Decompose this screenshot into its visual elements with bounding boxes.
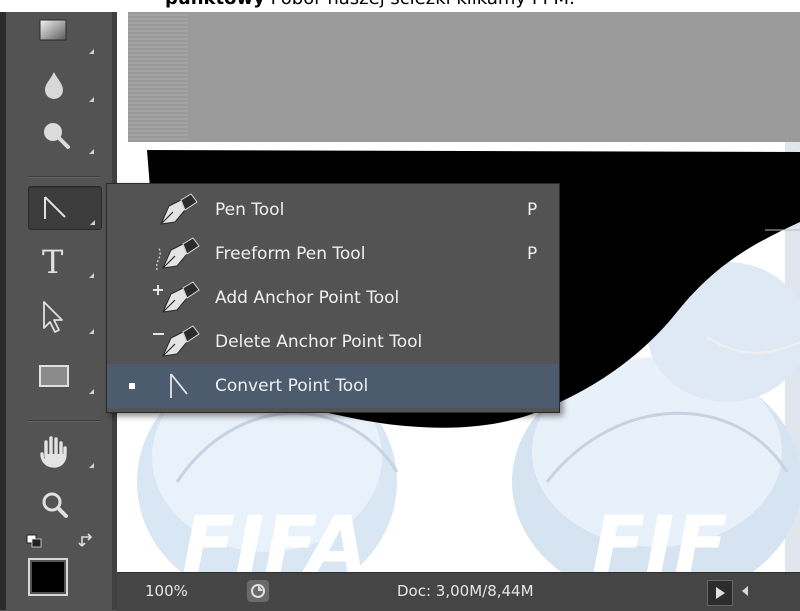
- tool-group-indicator: [90, 220, 95, 225]
- hand-tool[interactable]: [28, 430, 100, 472]
- menu-item-freeform-pen-tool[interactable]: Freeform Pen Tool P: [107, 232, 559, 276]
- rectangle-tool[interactable]: [28, 356, 100, 398]
- pen-icon: [160, 193, 198, 225]
- convert-point-tool[interactable]: [28, 186, 102, 230]
- menu-item-pen-tool[interactable]: Pen Tool P: [107, 188, 559, 232]
- tool-group-indicator: [89, 463, 94, 468]
- menu-item-label: Delete Anchor Point Tool: [215, 332, 423, 352]
- tool-group-indicator: [89, 329, 94, 334]
- selected-bullet-icon: [129, 383, 135, 389]
- tool-group-indicator: [89, 273, 94, 278]
- toolbar-separator: [28, 420, 100, 422]
- status-settings-icon[interactable]: [247, 580, 269, 602]
- default-colors-icon[interactable]: [26, 534, 46, 550]
- swap-colors-icon[interactable]: [78, 532, 98, 550]
- zoom-tool[interactable]: [28, 488, 100, 530]
- tool-group-indicator: [89, 97, 94, 102]
- tool-group-indicator: [89, 389, 94, 394]
- blur-tool[interactable]: [28, 64, 100, 106]
- menu-item-convert-point-tool[interactable]: Convert Point Tool: [107, 364, 559, 408]
- dodge-tool[interactable]: [28, 116, 100, 158]
- convert-point-icon: [170, 373, 188, 398]
- delete-anchor-icon: [153, 325, 200, 357]
- scroll-left-icon[interactable]: [742, 586, 748, 596]
- tool-group-indicator: [89, 149, 94, 154]
- type-tool[interactable]: T: [28, 240, 100, 282]
- menu-item-delete-anchor-point-tool[interactable]: Delete Anchor Point Tool: [107, 320, 559, 364]
- pen-tool-flyout-menu: Pen Tool P Freeform Pen Tool P Add Ancho…: [106, 183, 560, 413]
- menu-item-label: Freeform Pen Tool: [215, 244, 366, 264]
- foreground-color-swatch[interactable]: [28, 558, 68, 596]
- caption-text: punktowy Pobór naszej ścieżki klikamy PP…: [165, 0, 575, 9]
- freeform-pen-icon: [155, 237, 200, 271]
- zoom-level[interactable]: 100%: [145, 582, 188, 600]
- menu-item-shortcut: P: [527, 244, 538, 264]
- add-anchor-icon: [153, 281, 200, 313]
- menu-item-label: Convert Point Tool: [215, 376, 369, 396]
- caption-strip: punktowy Pobór naszej ścieżki klikamy PP…: [0, 0, 800, 12]
- fifa-watermark: FIFA: [182, 501, 368, 572]
- magnifier-icon: [42, 492, 68, 518]
- status-bar: 100% Doc: 3,00M/8,44M: [117, 572, 800, 611]
- caption-rest: Pobór naszej ścieżki klikamy PPM.: [271, 0, 575, 9]
- path-selection-tool[interactable]: [28, 296, 100, 338]
- fifa-watermark-2: FIF: [592, 501, 728, 572]
- tool-group-indicator: [89, 49, 94, 54]
- toolbar-separator: [28, 176, 100, 178]
- document-size: Doc: 3,00M/8,44M: [397, 582, 534, 600]
- caption-bold: punktowy: [165, 0, 265, 9]
- type-glyph: T: [42, 243, 64, 281]
- status-menu-arrow-icon[interactable]: [707, 580, 733, 606]
- menu-item-add-anchor-point-tool[interactable]: Add Anchor Point Tool: [107, 276, 559, 320]
- menu-item-label: Pen Tool: [215, 200, 285, 220]
- menu-item-label: Add Anchor Point Tool: [215, 288, 400, 308]
- menu-item-shortcut: P: [527, 200, 538, 220]
- tools-panel: T: [0, 12, 117, 610]
- panel-edge: [0, 12, 6, 610]
- gradient-tool[interactable]: [28, 16, 100, 58]
